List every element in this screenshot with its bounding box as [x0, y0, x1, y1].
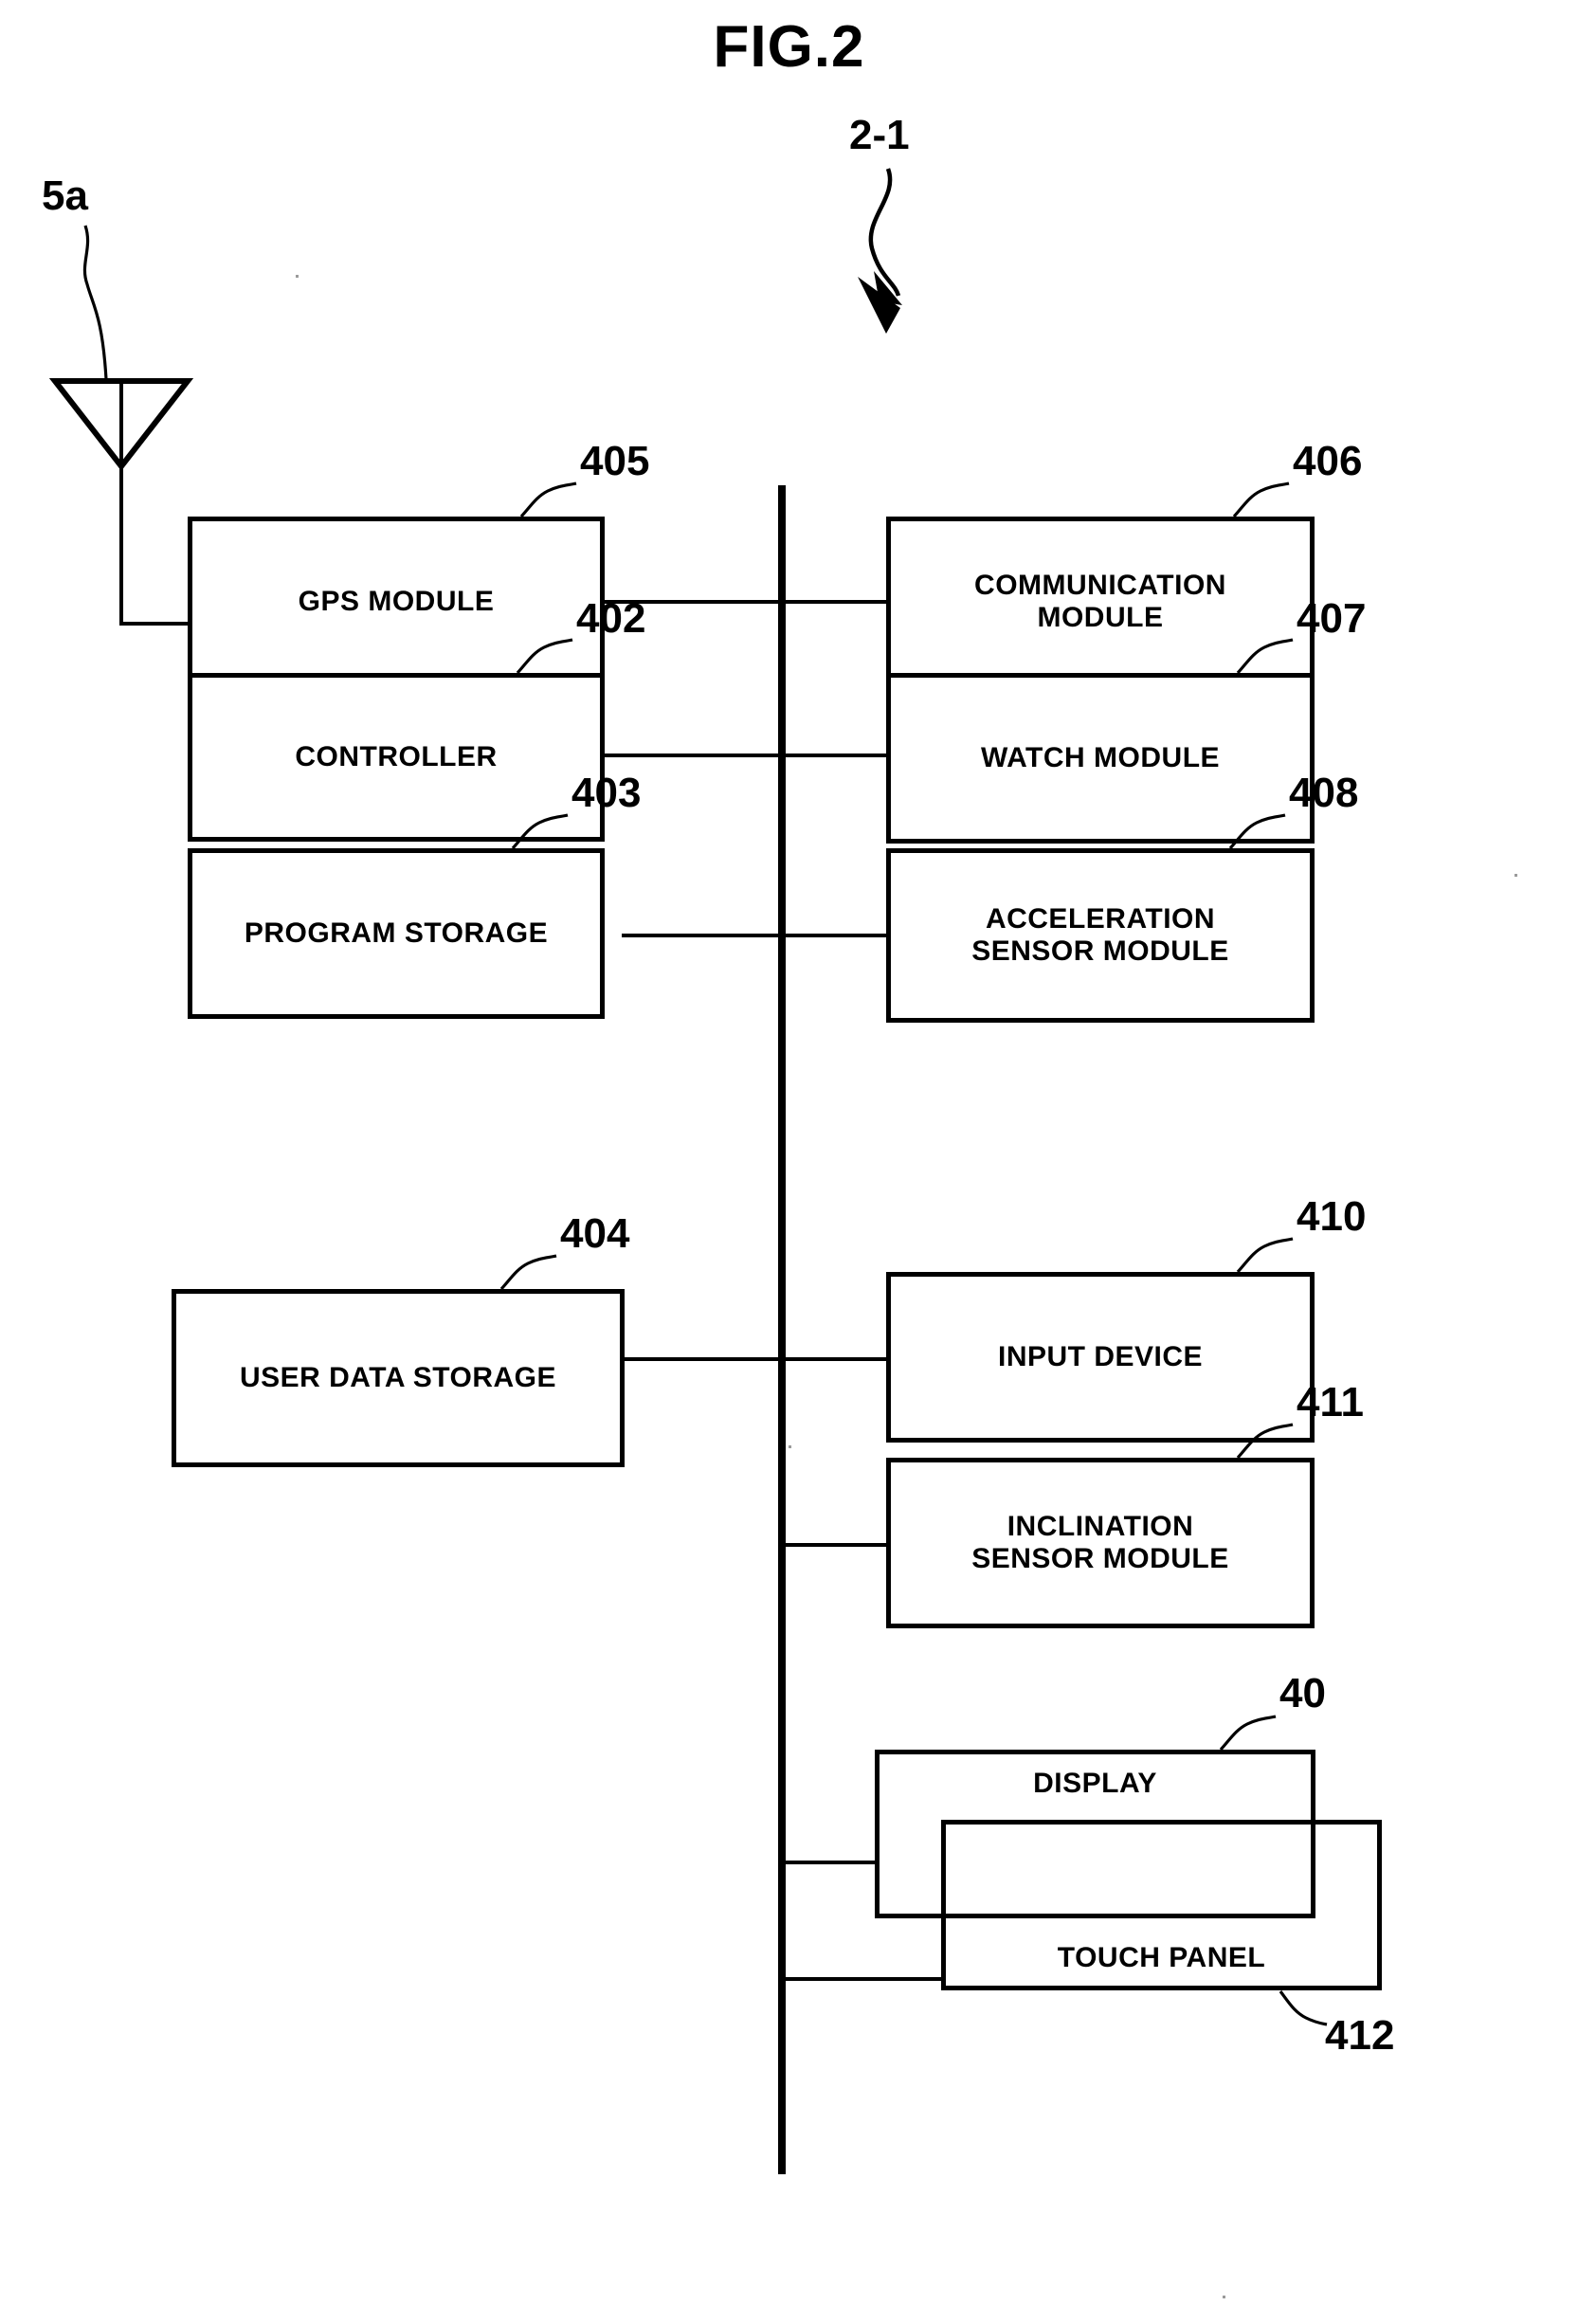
- reference-number-412: 412: [1325, 2012, 1395, 2059]
- scan-speckle: [789, 1445, 791, 1448]
- leader-412: [1279, 1990, 1328, 2026]
- scan-speckle: [296, 275, 299, 278]
- scan-speckle: [1515, 874, 1517, 877]
- scan-speckle: [1223, 2296, 1225, 2298]
